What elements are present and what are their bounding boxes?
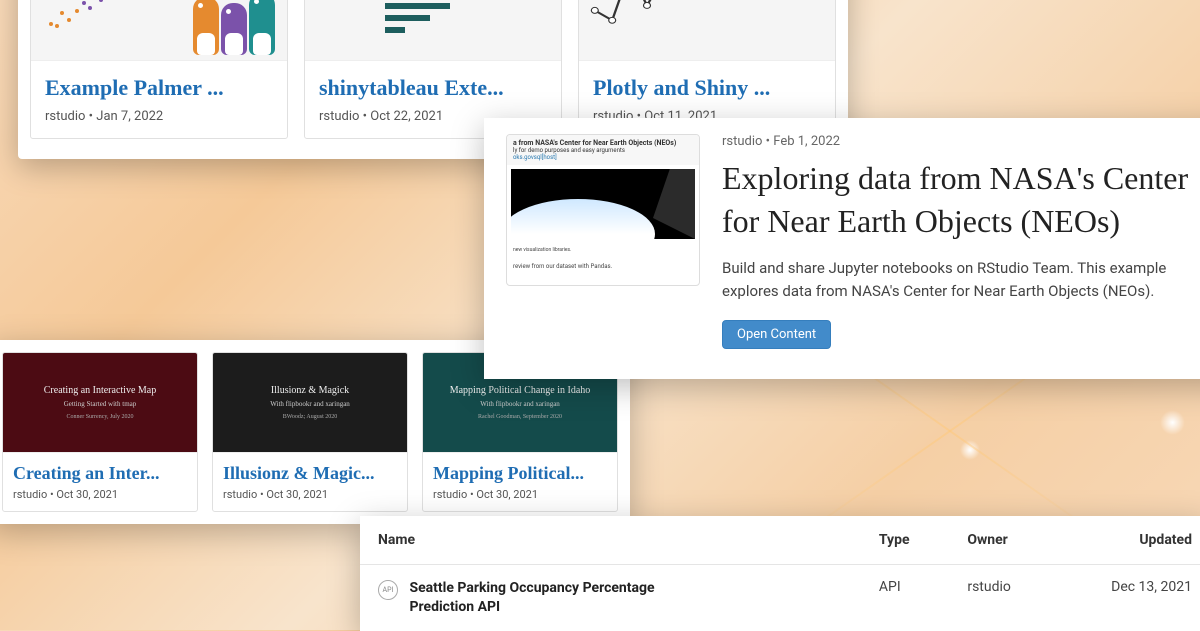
preview-caption: review from our dataset with Pandas. <box>513 263 693 270</box>
preview-title: a from NASA's Center for Near Earth Obje… <box>513 139 693 147</box>
slide-title: Illusionz & Magick <box>271 385 349 396</box>
row-name: Seattle Parking Occupancy Percentage Pre… <box>409 579 719 617</box>
col-name[interactable]: Name <box>360 516 861 565</box>
card-thumbnail: 34.0051.9475.32 105.6189.1363.44 79.2097… <box>579 0 835 61</box>
preview-caption: new visualization libraries. <box>513 247 693 253</box>
card-title: Plotly and Shiny ... <box>579 61 835 109</box>
row-updated: Dec 13, 2021 <box>1055 565 1200 631</box>
gallery-card[interactable]: Illusionz & Magick With flipbookr and xa… <box>212 352 408 512</box>
card-meta: rstudio • Oct 30, 2021 <box>3 488 197 511</box>
slide-subtitle: With flipbookr and xaringan <box>270 400 350 408</box>
content-title: Exploring data from NASA's Center for Ne… <box>722 157 1200 243</box>
card-thumbnail <box>31 0 287 61</box>
content-table: Name Type Owner Updated API Seattle Park… <box>360 516 1200 631</box>
card-meta: rstudio • Oct 30, 2021 <box>423 488 617 511</box>
open-content-button[interactable]: Open Content <box>722 320 831 349</box>
card-thumbnail <box>305 0 561 61</box>
content-preview: a from NASA's Center for Near Earth Obje… <box>506 134 700 286</box>
slide-title: Creating an Interactive Map <box>44 385 156 396</box>
col-type[interactable]: Type <box>861 516 949 565</box>
col-updated[interactable]: Updated <box>1055 516 1200 565</box>
preview-subtitle: ly for demo purposes and easy arguments <box>513 147 693 154</box>
gallery-card[interactable]: Creating an Interactive Map Getting Star… <box>2 352 198 512</box>
card-meta: rstudio • Oct 30, 2021 <box>213 488 407 511</box>
content-meta: rstudio • Feb 1, 2022 <box>722 134 1200 149</box>
table-row[interactable]: API Seattle Parking Occupancy Percentage… <box>360 565 1200 631</box>
slide-title: Mapping Political Change in Idaho <box>450 385 591 396</box>
row-owner: rstudio <box>949 565 1055 631</box>
card-title: Creating an Inter... <box>3 453 197 488</box>
content-detail: a from NASA's Center for Near Earth Obje… <box>484 118 1200 379</box>
api-icon: API <box>378 580 398 600</box>
card-title: Illusionz & Magic... <box>213 453 407 488</box>
preview-link: oks.govsql[host] <box>513 154 693 161</box>
card-meta: rstudio • Jan 7, 2022 <box>31 109 287 138</box>
row-type: API <box>861 565 949 631</box>
gallery-card[interactable]: Example Palmer ... rstudio • Jan 7, 2022 <box>30 0 288 139</box>
card-title: Example Palmer ... <box>31 61 287 109</box>
col-owner[interactable]: Owner <box>949 516 1055 565</box>
card-thumbnail: Illusionz & Magick With flipbookr and xa… <box>213 353 407 453</box>
slide-subtitle: With flipbookr and xaringan <box>480 400 560 408</box>
slide-author: Conner Surrency, July 2020 <box>67 414 134 420</box>
card-title: Mapping Political... <box>423 453 617 488</box>
slide-author: Rachel Goodman, September 2020 <box>478 414 562 420</box>
slide-subtitle: Getting Started with tmap <box>64 400 137 408</box>
content-description: Build and share Jupyter notebooks on RSt… <box>722 257 1200 302</box>
card-thumbnail: Creating an Interactive Map Getting Star… <box>3 353 197 453</box>
table-header-row: Name Type Owner Updated <box>360 516 1200 565</box>
card-title: shinytableau Exte... <box>305 61 561 109</box>
slide-author: BWoodz; August 2020 <box>283 414 338 420</box>
